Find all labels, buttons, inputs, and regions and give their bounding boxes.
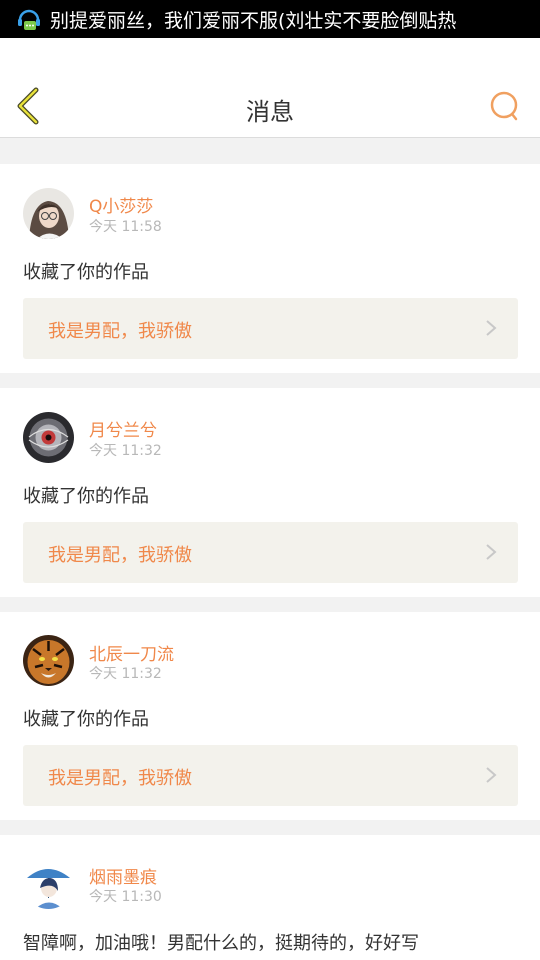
quoted-work-link[interactable]: 我是男配，我骄傲: [23, 745, 518, 806]
quoted-work-link[interactable]: 我是男配，我骄傲: [23, 522, 518, 583]
quoted-work-title: 我是男配，我骄傲: [48, 321, 192, 342]
message-text: 收藏了你的作品: [23, 262, 149, 283]
notification-ticker: 别提爱丽丝，我们爱丽不服(刘壮实不要脸倒贴热: [50, 9, 457, 32]
quoted-work-title: 我是男配，我骄傲: [48, 545, 192, 566]
avatar[interactable]: [23, 188, 74, 239]
status-bar: 别提爱丽丝，我们爱丽不服(刘壮实不要脸倒贴热: [0, 0, 540, 38]
message-card[interactable]: Q小莎莎 今天 11:58 收藏了你的作品 我是男配，我骄傲: [0, 164, 540, 373]
sender-name[interactable]: 北辰一刀流: [89, 640, 174, 665]
message-card[interactable]: 北辰一刀流 今天 11:32 收藏了你的作品 我是男配，我骄傲: [0, 612, 540, 820]
page-title: 消息: [246, 98, 294, 126]
sender-name[interactable]: 烟雨墨痕: [89, 863, 157, 888]
chevron-right-icon: [486, 544, 497, 560]
chat-support-icon: [18, 9, 40, 30]
app-bar: 消息: [0, 38, 540, 138]
quoted-work-title: 我是男配，我骄傲: [48, 768, 192, 789]
message-time: 今天 11:30: [89, 889, 162, 905]
message-time: 今天 11:32: [89, 443, 162, 459]
message-text: 收藏了你的作品: [23, 709, 149, 730]
message-time: 今天 11:58: [89, 219, 162, 235]
search-icon[interactable]: [488, 90, 520, 122]
message-text: 收藏了你的作品: [23, 486, 149, 507]
avatar[interactable]: [23, 412, 74, 463]
avatar[interactable]: [23, 635, 74, 686]
quoted-work-link[interactable]: 我是男配，我骄傲: [23, 298, 518, 359]
chevron-right-icon: [486, 767, 497, 783]
message-card[interactable]: 月兮兰兮 今天 11:32 收藏了你的作品 我是男配，我骄傲: [0, 388, 540, 597]
sender-name[interactable]: 月兮兰兮: [89, 416, 157, 441]
message-card[interactable]: 烟雨墨痕 今天 11:30 智障啊，加油哦！男配什么的，挺期待的，好好写: [0, 835, 540, 960]
message-text: 智障啊，加油哦！男配什么的，挺期待的，好好写: [23, 933, 419, 954]
message-time: 今天 11:32: [89, 666, 162, 682]
sender-name[interactable]: Q小莎莎: [89, 192, 153, 217]
chevron-right-icon: [486, 320, 497, 336]
avatar[interactable]: [23, 858, 74, 909]
